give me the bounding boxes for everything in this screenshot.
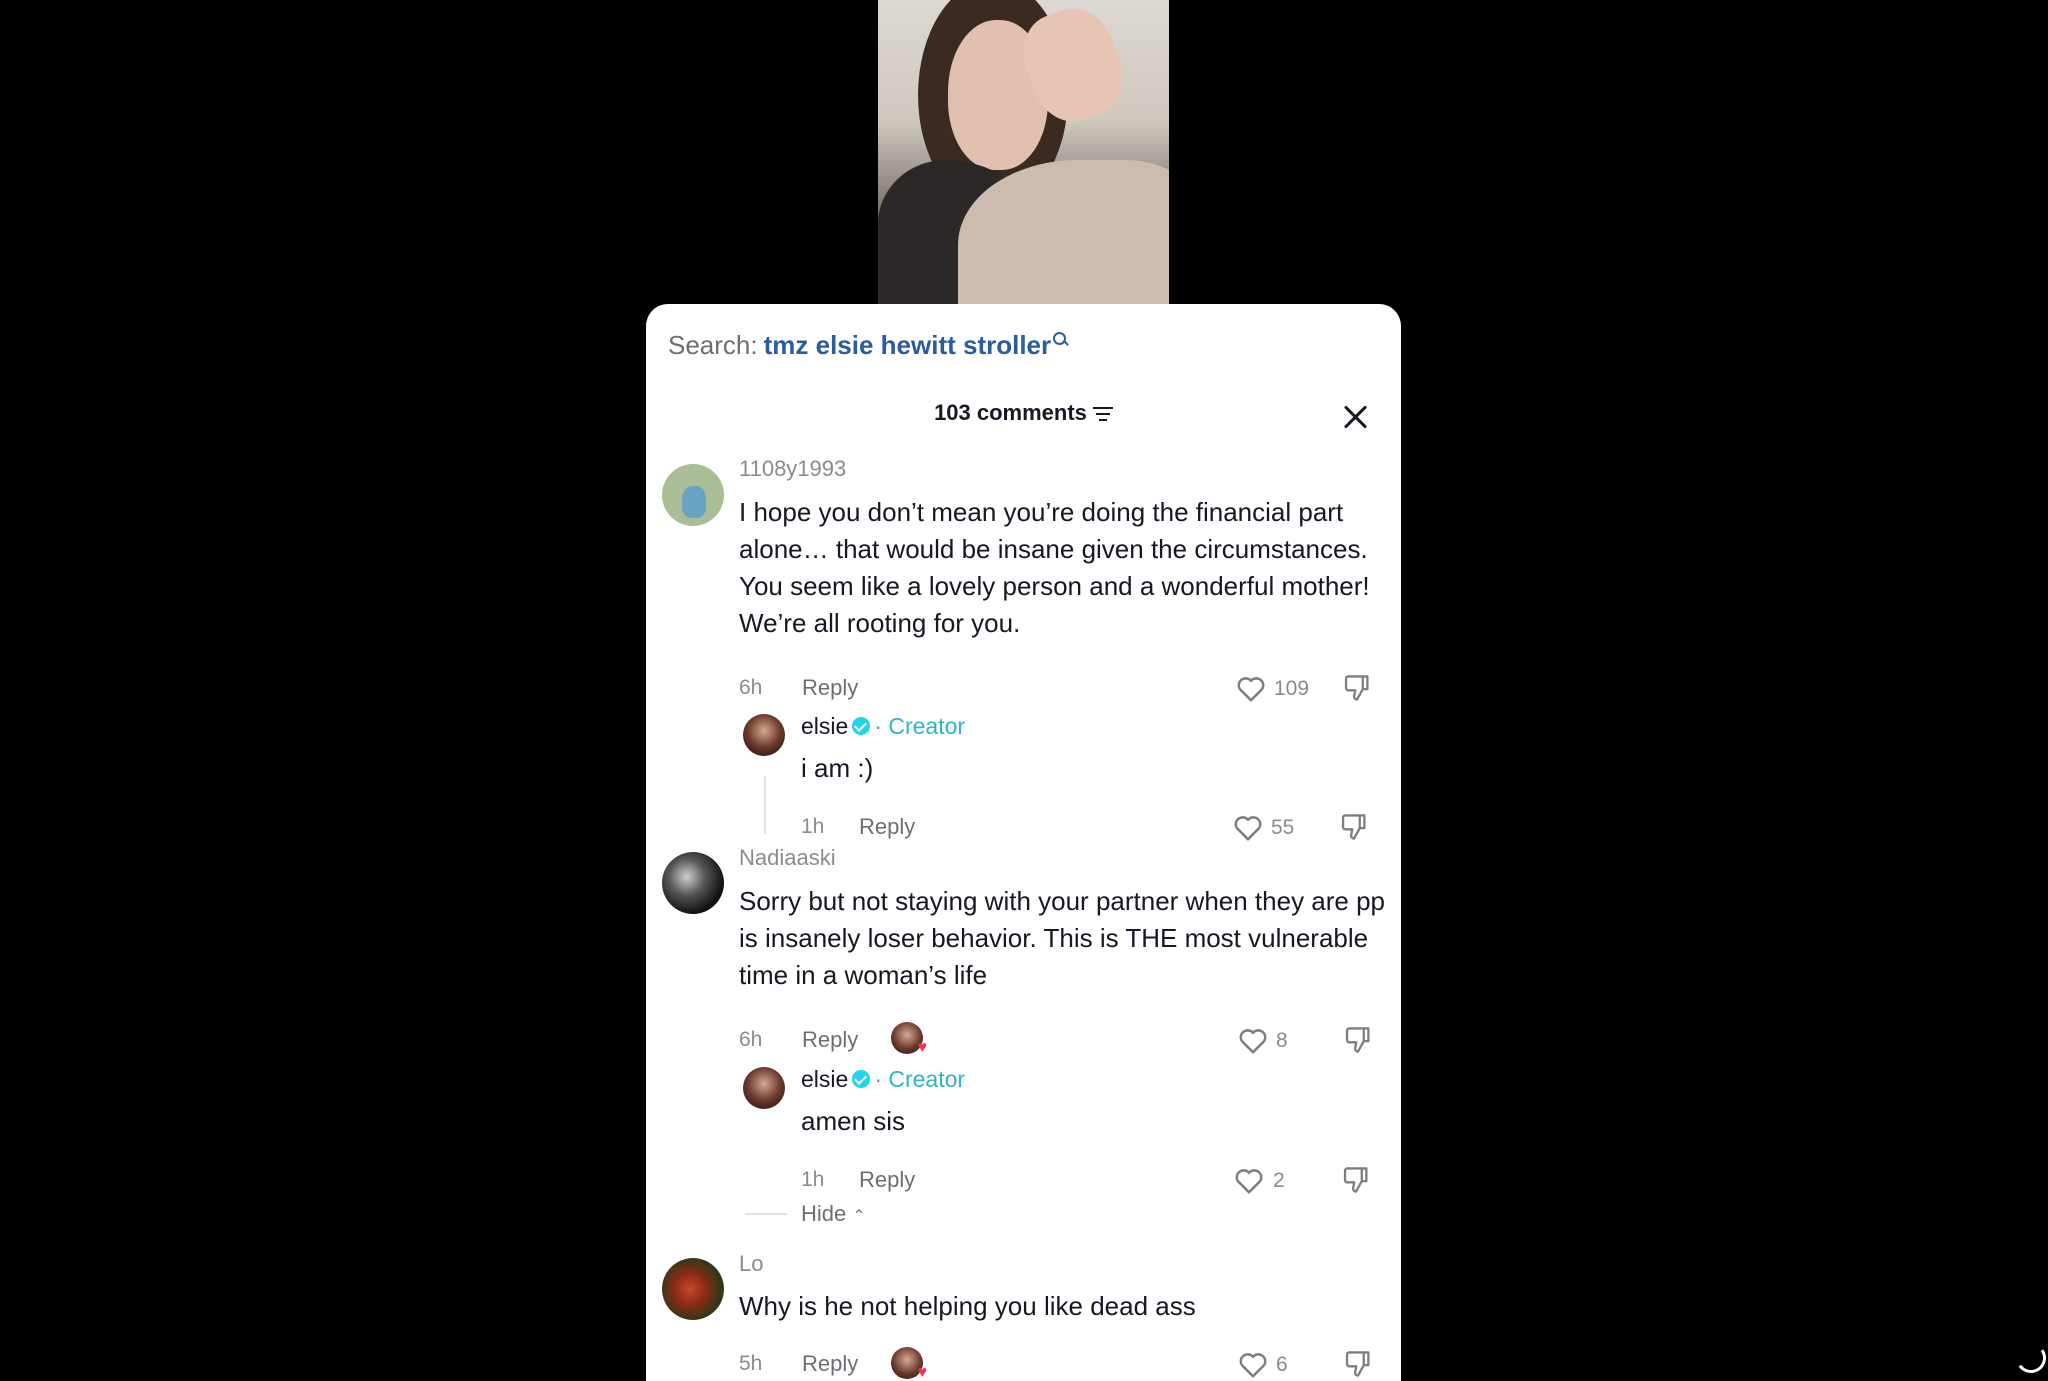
heart-icon[interactable]: [1234, 1167, 1264, 1195]
dislike-icon[interactable]: [1342, 1165, 1370, 1195]
reply-button[interactable]: Reply: [802, 1351, 858, 1377]
comments-header: 103 comments: [646, 400, 1401, 426]
search-term[interactable]: tmz elsie hewitt stroller: [764, 330, 1052, 360]
reply-text: amen sis: [801, 1106, 906, 1136]
comment-count: 103 comments: [934, 400, 1087, 425]
verified-badge-icon: [852, 716, 871, 735]
reply-time: 1h: [801, 815, 825, 838]
like-count: 109: [1274, 677, 1310, 700]
avatar[interactable]: [662, 852, 724, 914]
creator-liked-avatar: ♥: [891, 1347, 927, 1381]
heart-icon: ♥: [917, 1039, 928, 1056]
like-count: 55: [1271, 816, 1295, 839]
reply-author[interactable]: elsie · Creator: [801, 713, 965, 740]
reply-time: 1h: [801, 1168, 825, 1191]
heart-icon: ♥: [917, 1364, 928, 1381]
heart-icon[interactable]: [1233, 814, 1263, 842]
creator-avatar[interactable]: [743, 714, 785, 756]
comments-sheet: Search: tmz elsie hewitt stroller 103 com…: [646, 304, 1401, 1381]
video-preview[interactable]: [878, 0, 1169, 304]
heart-icon[interactable]: [1238, 1027, 1268, 1055]
reply-button[interactable]: Reply: [802, 675, 858, 701]
creator-tag: Creator: [888, 1066, 966, 1092]
comment-username[interactable]: 1108y1993: [739, 456, 846, 482]
hide-replies-button[interactable]: Hide ⌃: [801, 1201, 866, 1227]
dislike-icon[interactable]: [1343, 673, 1371, 703]
search-label: Search:: [668, 330, 758, 360]
search-icon: [1053, 332, 1067, 346]
close-icon[interactable]: [1338, 400, 1372, 434]
comment-username[interactable]: Lo: [739, 1251, 763, 1277]
creator-tag: Creator: [888, 713, 966, 739]
separator-dot: ·: [874, 1066, 882, 1092]
hide-label: Hide: [801, 1201, 847, 1226]
loading-spinner-icon: [2013, 1340, 2048, 1376]
like-count: 6: [1276, 1353, 1288, 1376]
chevron-up-icon: ⌃: [852, 1208, 866, 1225]
search-suggestion[interactable]: Search: tmz elsie hewitt stroller: [668, 330, 1067, 361]
creator-liked-avatar: ♥: [891, 1022, 927, 1056]
hide-divider: [745, 1213, 787, 1215]
like-count: 2: [1273, 1169, 1285, 1192]
reply-button[interactable]: Reply: [802, 1027, 858, 1053]
dislike-icon[interactable]: [1344, 1349, 1372, 1379]
reply-text: i am :): [801, 753, 874, 783]
thread-line: [764, 776, 766, 834]
heart-icon[interactable]: [1238, 1351, 1268, 1379]
comment-text: Why is he not helping you like dead ass: [739, 1291, 1196, 1321]
comment-time: 6h: [739, 1028, 763, 1051]
reply-button[interactable]: Reply: [859, 814, 915, 840]
comment-text: Sorry but not staying with your partner …: [739, 886, 1386, 990]
comment-text: I hope you don’t mean you’re doing the f…: [739, 497, 1370, 638]
like-count: 8: [1276, 1029, 1288, 1052]
creator-avatar[interactable]: [743, 1067, 785, 1109]
comment-time: 6h: [739, 676, 763, 699]
verified-badge-icon: [852, 1069, 871, 1088]
avatar[interactable]: [662, 464, 724, 526]
dislike-icon[interactable]: [1340, 812, 1368, 842]
comment-time: 5h: [739, 1352, 763, 1375]
filter-icon[interactable]: [1092, 406, 1113, 422]
separator-dot: ·: [874, 713, 882, 739]
avatar[interactable]: [662, 1258, 724, 1320]
comment-username[interactable]: Nadiaaski: [739, 845, 836, 871]
reply-author[interactable]: elsie · Creator: [801, 1066, 965, 1093]
reply-button[interactable]: Reply: [859, 1167, 915, 1193]
heart-icon[interactable]: [1236, 675, 1266, 703]
reply-username: elsie: [801, 1066, 849, 1092]
reply-username: elsie: [801, 713, 849, 739]
dislike-icon[interactable]: [1344, 1025, 1372, 1055]
